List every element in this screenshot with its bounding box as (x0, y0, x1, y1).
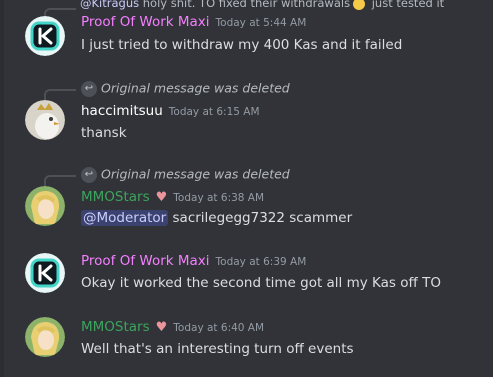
top-reply-preview[interactable]: @Kitragus holy shit. TO fixed their with… (80, 0, 444, 13)
reply-text: holy shit. TO fixed their withdrawals (139, 0, 351, 10)
message-2: haccimitsuu Today at 6:15 AM thansk (0, 100, 493, 148)
message-text: thansk (81, 125, 127, 141)
message-3: MMOStars ♥ Today at 6:38 AM @Moderator sac… (0, 186, 493, 234)
timestamp: Today at 6:39 AM (215, 256, 307, 268)
avatar[interactable] (25, 100, 65, 140)
message-body: @Moderator sacrilegegg7322 scammer (81, 210, 352, 226)
heart-gift-icon: ♥ (155, 319, 168, 335)
deleted-reply-preview: ↩ Original message was deleted (81, 164, 290, 184)
deleted-reply-text: Original message was deleted (101, 80, 290, 96)
username[interactable]: haccimitsuu (81, 103, 163, 119)
reply-arrow-icon: ↩ (81, 166, 97, 183)
username[interactable]: Proof Of Work Maxi (81, 253, 210, 269)
avatar[interactable] (25, 317, 65, 357)
timestamp: Today at 6:40 AM (173, 322, 265, 334)
deleted-reply-preview: ↩ Original message was deleted (81, 78, 290, 98)
username[interactable]: MMOStars (81, 319, 150, 335)
username[interactable]: Proof Of Work Maxi (81, 14, 210, 30)
reply-arrow-icon: ↩ (81, 80, 97, 97)
message-4: Proof Of Work Maxi Today at 6:39 AM Okay … (0, 253, 493, 301)
message-text: Well that's an interesting turn off even… (81, 341, 354, 357)
avatar[interactable] (25, 16, 65, 56)
message-text: I just tried to withdraw my 400 Kas and … (81, 37, 403, 53)
avatar[interactable] (25, 186, 65, 226)
heart-gift-icon: ♥ (155, 189, 168, 205)
message-5: MMOStars ♥ Today at 6:40 AM Well that's an… (0, 317, 493, 365)
avatar[interactable] (25, 253, 65, 293)
role-mention[interactable]: @Moderator (81, 210, 169, 226)
username[interactable]: MMOStars (81, 189, 150, 205)
emoji-icon (353, 0, 366, 10)
timestamp: Today at 6:15 AM (168, 106, 260, 118)
timestamp: Today at 5:44 AM (215, 17, 307, 29)
message-1: Proof Of Work Maxi Today at 5:44 AM I jus… (0, 14, 493, 62)
timestamp: Today at 6:38 AM (173, 192, 265, 204)
reply-spine (44, 175, 76, 186)
reply-mention[interactable]: @Kitragus (80, 0, 139, 10)
reply-spine (44, 89, 76, 100)
message-text: sacrilegegg7322 scammer (168, 210, 353, 226)
message-text: Okay it worked the second time got all m… (81, 275, 441, 291)
deleted-reply-text: Original message was deleted (101, 166, 290, 182)
reply-text-tail: just tested it (368, 0, 445, 10)
